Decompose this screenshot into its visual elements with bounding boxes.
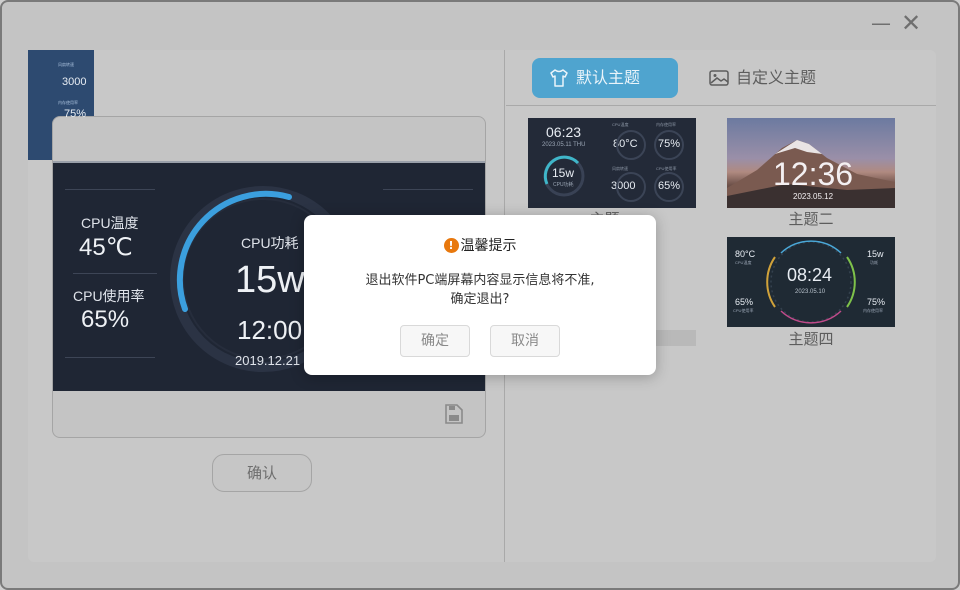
theme3-stat-value: 75%	[64, 108, 87, 120]
dialog-title-row: ! 温馨提示	[304, 235, 656, 255]
theme-caption-4: 主题四	[788, 330, 834, 348]
theme4-cpu: 65%	[735, 297, 754, 307]
theme-thumbnail-1[interactable]: 06:23 2023.05.11 THU 15w CPU功耗 CPU温度 80°…	[528, 118, 696, 208]
cpu-usage-value: 65%	[81, 306, 130, 333]
theme3-stat-label: 风扇转速	[58, 62, 74, 67]
preview-date: 2019.12.21	[235, 353, 301, 368]
tab-label: 自定义主题	[736, 68, 817, 87]
theme4-mem-label: 内存使用率	[863, 308, 883, 313]
theme4-cpu-label: CPU使用率	[733, 308, 754, 313]
separator	[73, 273, 157, 274]
theme-thumbnail-4[interactable]: 08:24 2023.05.10 80°C CPU温度 15w 功耗 65% C…	[727, 237, 895, 327]
theme4-power-label: 功耗	[870, 260, 878, 265]
dialog-message-line: 确定退出?	[450, 292, 510, 307]
separator	[65, 189, 155, 190]
theme1-rings	[616, 130, 684, 202]
cpu-power-label: CPU功耗	[241, 235, 299, 251]
theme1-power-label: CPU功耗	[553, 182, 574, 188]
preview-time: 12:00	[237, 315, 303, 345]
theme3-stat-value: 3000	[62, 76, 87, 88]
theme4-mem: 75%	[867, 297, 886, 307]
tab-custom-theme[interactable]: 自定义主题	[692, 58, 832, 98]
theme4-temp: 80°C	[735, 249, 756, 259]
minimize-icon[interactable]: —	[870, 12, 892, 34]
close-icon[interactable]: ✕	[900, 11, 922, 35]
tab-divider	[506, 105, 936, 106]
save-icon[interactable]	[443, 403, 465, 425]
theme4-power: 15w	[867, 249, 884, 259]
theme1-time: 06:23	[546, 124, 582, 140]
exit-confirm-dialog: ! 温馨提示 退出软件PC端屏幕内容显示信息将不准, 确定退出? 确定 取消	[304, 215, 656, 375]
tab-default-theme[interactable]: 默认主题	[532, 58, 678, 98]
ok-button[interactable]: 确定	[400, 325, 470, 357]
theme2-time: 12:36	[773, 156, 854, 192]
theme1-power: 15w	[552, 166, 575, 180]
cpu-power-value: 15w	[235, 259, 305, 301]
tab-label: 默认主题	[576, 68, 641, 87]
separator	[65, 357, 155, 358]
confirm-button[interactable]: 确认	[212, 454, 312, 492]
cancel-button[interactable]: 取消	[490, 325, 560, 357]
theme4-date: 2023.05.10	[795, 289, 826, 295]
theme1-date: 2023.05.11 THU	[542, 142, 586, 148]
image-icon	[709, 70, 729, 86]
theme3-stat-label: 内存使用率	[58, 100, 78, 105]
separator	[383, 189, 473, 190]
theme4-time: 08:24	[787, 265, 833, 285]
theme-caption-2: 主题二	[788, 210, 834, 228]
theme2-date: 2023.05.12	[793, 192, 834, 201]
dialog-message: 退出软件PC端屏幕内容显示信息将不准, 确定退出?	[304, 271, 656, 309]
screen-edge	[53, 161, 485, 163]
cpu-temp-value: 45℃	[79, 234, 133, 261]
dialog-title: 温馨提示	[460, 238, 517, 254]
cpu-usage-label: CPU使用率	[73, 288, 145, 304]
theme4-temp-label: CPU温度	[735, 260, 752, 265]
warning-icon: !	[443, 238, 459, 253]
tshirt-icon	[550, 69, 568, 87]
theme-thumbnail-2[interactable]: 12:36 2023.05.12	[727, 118, 895, 208]
dialog-message-line: 退出软件PC端屏幕内容显示信息将不准,	[365, 273, 595, 288]
cpu-temp-label: CPU温度	[81, 215, 139, 231]
